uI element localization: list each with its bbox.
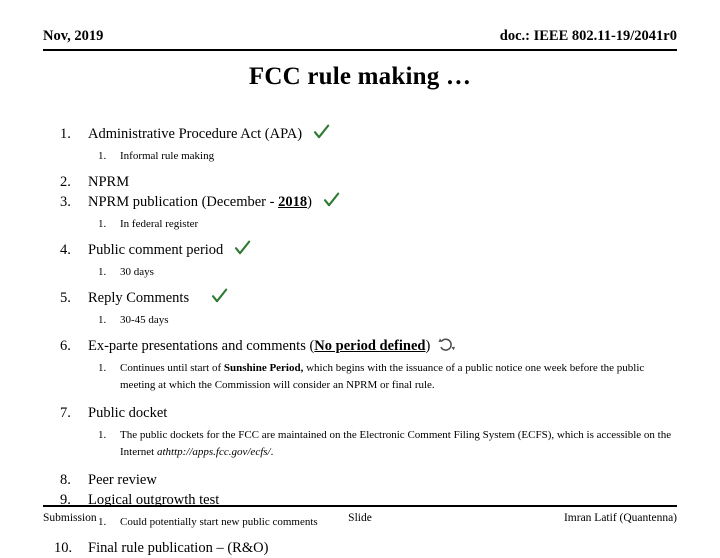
list-item-emphasis: 2018 (278, 194, 308, 210)
list-item: 4. Public comment period (43, 240, 677, 260)
list-item-label: Ex-parte presentations and comments ( (88, 338, 315, 354)
list-item-label: 30-45 days (120, 314, 169, 326)
list-item-number: 1. (98, 314, 107, 326)
list-item-number: 2. (60, 174, 71, 190)
list-item-number: 1. (98, 266, 107, 278)
list-item-number: 3. (60, 194, 71, 210)
list-item: 1. 30 days (43, 264, 677, 281)
list-item-number: 7. (60, 405, 71, 421)
list-item-number: 1. (98, 429, 107, 441)
paragraph-lead: Continues until start of (120, 362, 224, 374)
list-item-number: 6. (60, 338, 71, 354)
list-item-number: 1. (98, 362, 107, 374)
paragraph-url[interactable]: athttp://apps.fcc.gov/ecfs/ (157, 446, 271, 458)
footer-slide-number: Slide (348, 512, 372, 524)
list-item: 8. Peer review (43, 470, 677, 490)
list-item: 10. Final rule publication – (R&O) (43, 538, 677, 558)
list-item: 1. The public dockets for the FCC are ma… (43, 427, 677, 461)
list-item-number: 1. (98, 150, 107, 162)
list-item: 3. NPRM publication (December - 2018) (43, 192, 677, 212)
list-item-number: 5. (60, 290, 71, 306)
list-item-label-tail: ) (307, 194, 312, 210)
paragraph-emphasis: Sunshine Period, (223, 362, 304, 374)
list-item: 1. 30-45 days (43, 312, 677, 329)
list-item: 1. Informal rule making (43, 148, 677, 165)
list-item-label: 30 days (120, 266, 154, 278)
list-item: 1. Continues until start of Sunshine Per… (43, 360, 677, 394)
paragraph-tail: . (270, 446, 274, 458)
list-item-number: 4. (60, 242, 71, 258)
list-item-label: Informal rule making (120, 150, 215, 162)
header-date: Nov, 2019 (43, 28, 104, 44)
header-doc-id: doc.: IEEE 802.11-19/2041r0 (499, 28, 677, 44)
list-item-number: 1. (60, 126, 71, 142)
check-icon (323, 192, 340, 208)
list-item-label-tail: ) (425, 338, 431, 354)
list-item: 5. Reply Comments (43, 288, 677, 308)
slide-header: Nov, 2019 doc.: IEEE 802.11-19/2041r0 (43, 28, 677, 52)
list-item: 2. NPRM (43, 172, 677, 192)
list-item-label: Administrative Procedure Act (APA) (88, 126, 303, 142)
list-item-label: Peer review (88, 472, 157, 488)
list-item: 1. Administrative Procedure Act (APA) (43, 124, 677, 144)
check-icon (313, 124, 330, 140)
cycle-arrow-icon (438, 337, 456, 353)
list-item-label: Final rule publication – (R&O) (88, 540, 269, 556)
list-item-number: 9. (60, 492, 71, 508)
outline-list: 1. Administrative Procedure Act (APA) 1.… (43, 124, 677, 558)
list-item: 9. Logical outgrowth test (43, 490, 677, 510)
list-item: 6. Ex-parte presentations and comments (N… (43, 336, 677, 356)
check-icon (234, 240, 251, 256)
list-item-label: In federal register (120, 218, 199, 230)
footer-divider (43, 505, 677, 507)
list-item-paragraph: Continues until start of Sunshine Period… (120, 360, 677, 394)
list-item: 1. In federal register (43, 216, 677, 233)
list-item: 7. Public docket (43, 403, 677, 423)
list-item-label: NPRM (88, 174, 130, 190)
list-item-label: Public comment period (88, 242, 224, 258)
page-title: FCC rule making … (248, 63, 472, 90)
list-item-emphasis: No period defined (314, 338, 426, 354)
list-item-paragraph: The public dockets for the FCC are maint… (120, 427, 677, 461)
check-icon (211, 288, 228, 304)
list-item-label: Reply Comments (88, 290, 190, 306)
list-item-label: Public docket (88, 405, 168, 421)
list-item-number: 1. (98, 218, 107, 230)
list-item-number: 8. (60, 472, 71, 488)
list-item-number: 10. (54, 540, 73, 556)
header-row: Nov, 2019 doc.: IEEE 802.11-19/2041r0 (43, 28, 677, 45)
header-divider (43, 49, 677, 51)
list-item-label: NPRM publication (December - (88, 194, 279, 210)
